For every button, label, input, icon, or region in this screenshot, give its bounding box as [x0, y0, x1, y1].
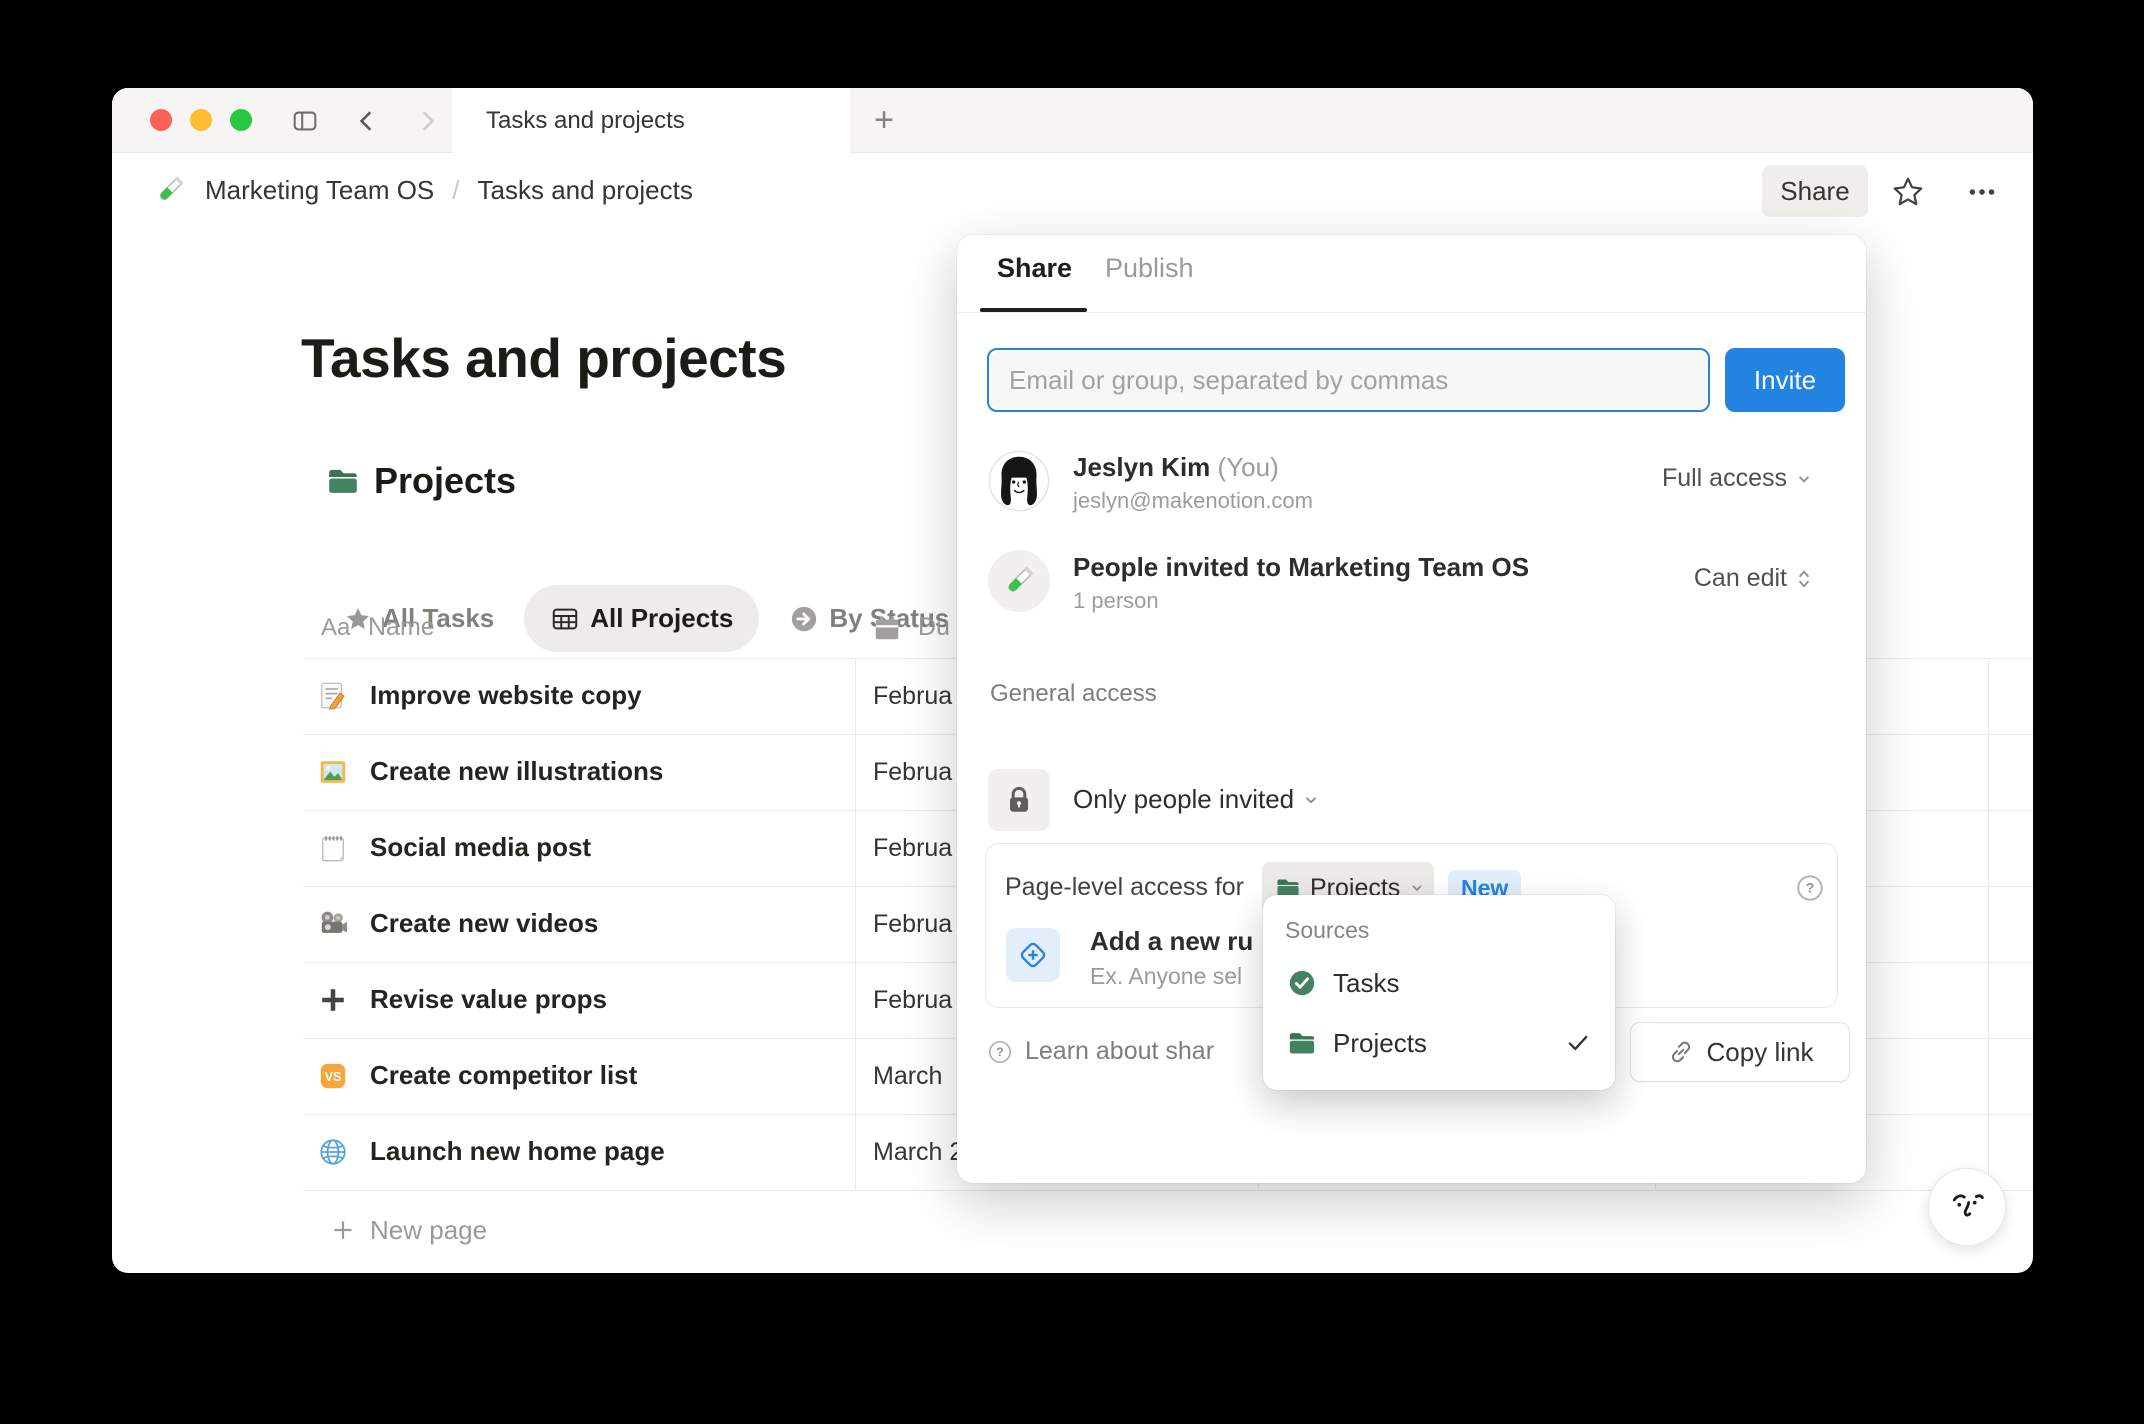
workspace-avatar	[988, 550, 1050, 612]
add-rule-button[interactable]: Add a new ru	[1090, 926, 1253, 957]
help-icon[interactable]: ?	[1795, 873, 1825, 903]
divider	[957, 312, 1866, 313]
chevron-up-down-icon	[1795, 569, 1813, 589]
row-title[interactable]: Revise value props	[370, 984, 607, 1015]
favorite-star-icon[interactable]	[1886, 170, 1930, 214]
sources-menu-item-projects[interactable]: Projects	[1273, 1017, 1605, 1069]
row-due-date[interactable]: Februa	[873, 910, 952, 939]
row-due-date[interactable]: Februa	[873, 758, 952, 787]
text-property-icon: Aa	[321, 614, 351, 641]
share-button[interactable]: Share	[1762, 165, 1868, 217]
collection-title[interactable]: Projects	[374, 460, 516, 502]
new-page-button[interactable]: New page	[330, 1200, 487, 1260]
dialog-tab-share[interactable]: Share	[997, 253, 1072, 284]
invite-email-input[interactable]	[987, 348, 1710, 412]
chevron-down-icon	[1409, 880, 1425, 896]
member-name: Jeslyn Kim	[1073, 452, 1211, 482]
row-due-date[interactable]: March	[873, 1062, 942, 1091]
chevron-down-icon	[1795, 470, 1813, 488]
row-due-date[interactable]: Februa	[873, 986, 952, 1015]
name-column-header[interactable]: Name	[368, 613, 435, 642]
more-options-icon[interactable]	[1960, 170, 2004, 214]
svg-text:?: ?	[996, 1045, 1003, 1059]
add-rule-icon	[1006, 928, 1060, 982]
breadcrumb-page[interactable]: Tasks and projects	[470, 171, 701, 210]
question-circle-icon: ?	[987, 1039, 1013, 1065]
globe-icon	[318, 1137, 348, 1167]
new-tab-button[interactable]: +	[864, 100, 904, 140]
tab-tasks-and-projects[interactable]: Tasks and projects	[452, 88, 850, 153]
lock-icon	[988, 769, 1050, 831]
row-title[interactable]: Social media post	[370, 832, 591, 863]
breadcrumb-separator: /	[452, 174, 460, 205]
memo-icon	[318, 681, 348, 711]
access-level-dropdown[interactable]: Full access	[1662, 464, 1813, 493]
check-circle-icon	[1287, 968, 1317, 998]
active-tab-underline	[980, 308, 1087, 312]
collection-header: Projects	[326, 460, 516, 502]
due-column-header[interactable]: Du	[918, 613, 950, 642]
close-window-button[interactable]	[150, 109, 172, 131]
general-access-label: General access	[990, 680, 1157, 707]
folder-icon	[326, 464, 360, 498]
group-count: 1 person	[1073, 588, 1159, 613]
back-icon[interactable]	[350, 104, 384, 138]
access-level-dropdown[interactable]: Can edit	[1694, 564, 1813, 593]
row-title[interactable]: Launch new home page	[370, 1136, 665, 1167]
row-title[interactable]: Create competitor list	[370, 1060, 637, 1091]
plus-icon	[330, 1217, 356, 1243]
sources-menu-item-tasks[interactable]: Tasks	[1273, 957, 1605, 1009]
app-window: + Tasks and projects Marketing Team OS /…	[112, 88, 2033, 1273]
notepad-icon	[318, 833, 348, 863]
breadcrumb-workspace[interactable]: Marketing Team OS	[197, 171, 442, 210]
row-due-date[interactable]: Februa	[873, 682, 952, 711]
add-rule-hint: Ex. Anyone sel	[1090, 963, 1243, 989]
group-name: People invited to Marketing Team OS	[1073, 552, 1530, 582]
chevron-down-icon	[1302, 791, 1320, 809]
row-title[interactable]: Improve website copy	[370, 680, 642, 711]
breadcrumb: Marketing Team OS / Tasks and projects	[153, 166, 701, 214]
link-icon	[1667, 1038, 1695, 1066]
folder-icon	[1287, 1028, 1317, 1058]
general-access-dropdown[interactable]: Only people invited	[1073, 784, 1320, 815]
svg-text:?: ?	[1806, 880, 1815, 896]
vs-icon: VS	[318, 1061, 348, 1091]
learn-about-sharing-link[interactable]: ? Learn about shar	[987, 1037, 1214, 1066]
page-level-access-label: Page-level access for	[1005, 873, 1245, 901]
zoom-window-button[interactable]	[230, 109, 252, 131]
member-row[interactable]: Jeslyn Kim (You) jeslyn@makenotion.com F…	[988, 450, 1835, 514]
avatar	[988, 450, 1050, 512]
divider	[303, 1190, 2033, 1191]
forward-icon[interactable]	[410, 104, 444, 138]
svg-text:VS: VS	[325, 1070, 342, 1084]
member-row[interactable]: People invited to Marketing Team OS 1 pe…	[988, 550, 1835, 614]
row-title[interactable]: Create new videos	[370, 908, 598, 939]
ai-face-icon	[1945, 1185, 1989, 1229]
copy-link-button[interactable]: Copy link	[1630, 1022, 1850, 1082]
member-email: jeslyn@makenotion.com	[1073, 488, 1313, 513]
check-icon	[1565, 1030, 1591, 1056]
calendar-icon	[872, 613, 902, 643]
tab-bar: +	[112, 88, 2033, 153]
test-tube-icon	[153, 173, 187, 207]
minimize-window-button[interactable]	[190, 109, 212, 131]
sources-menu-label: Sources	[1285, 917, 1370, 943]
plus-emoji-icon	[318, 985, 348, 1015]
page-title: Tasks and projects	[301, 327, 787, 389]
dialog-tab-publish[interactable]: Publish	[1105, 253, 1194, 284]
sources-menu: Sources Tasks Projects	[1263, 895, 1615, 1090]
row-due-date[interactable]: Februa	[873, 834, 952, 863]
member-you-suffix: (You)	[1217, 452, 1279, 482]
notion-ai-button[interactable]	[1928, 1168, 2006, 1246]
tab-title: Tasks and projects	[486, 106, 685, 134]
invite-button[interactable]: Invite	[1725, 348, 1845, 412]
row-title[interactable]: Create new illustrations	[370, 756, 663, 787]
projector-icon	[318, 909, 348, 939]
picture-icon	[318, 757, 348, 787]
sidebar-toggle-icon[interactable]	[288, 104, 322, 138]
